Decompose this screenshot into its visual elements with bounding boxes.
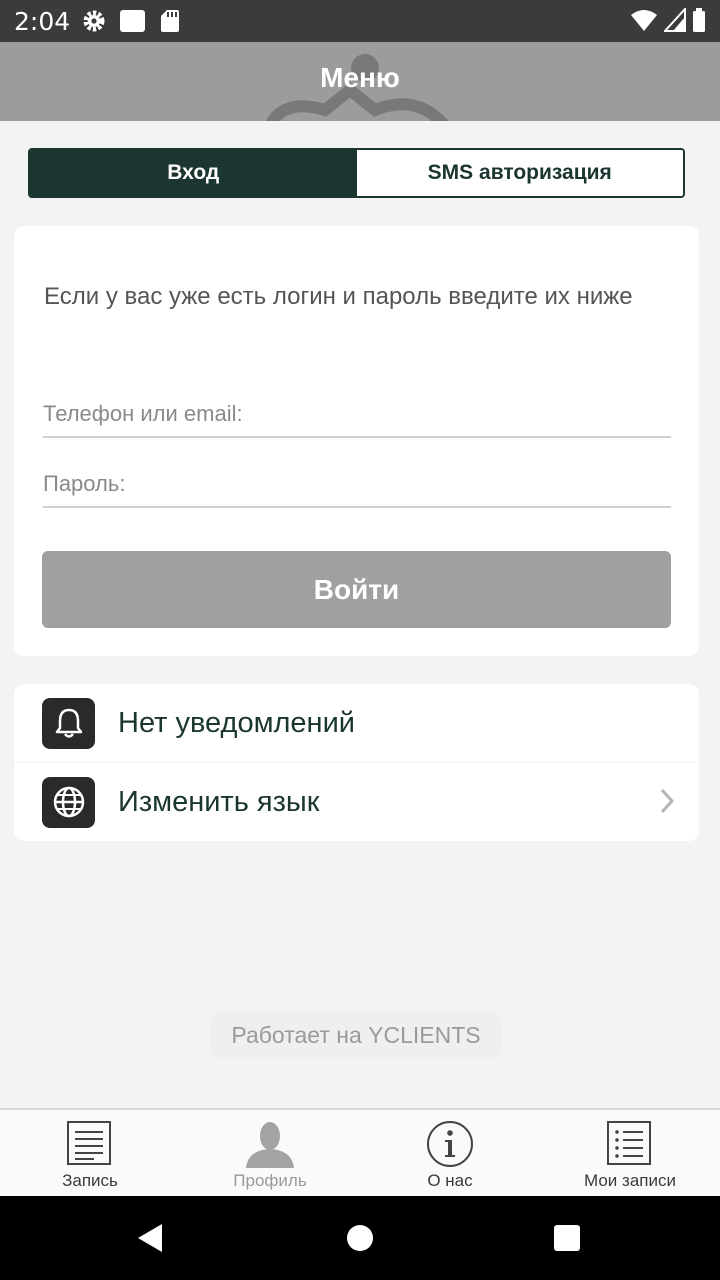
wifi-icon: [631, 10, 657, 31]
tabbar-item-booking[interactable]: Запись: [0, 1110, 180, 1196]
bell-icon: [42, 697, 95, 749]
tab-sms-auth[interactable]: SMS авторизация: [356, 150, 683, 196]
status-time: 2:04: [14, 7, 71, 36]
recents-button[interactable]: [527, 1196, 607, 1280]
back-triangle-icon: [138, 1224, 162, 1252]
tabbar-item-about[interactable]: О нас: [360, 1110, 540, 1196]
tabbar-item-my-bookings[interactable]: Мои записи: [540, 1110, 720, 1196]
sd-card-icon: [161, 10, 179, 32]
list-icon: [607, 1121, 651, 1165]
settings-icon: [83, 10, 105, 32]
app-header: Меню: [0, 42, 720, 121]
password-input[interactable]: [43, 452, 671, 508]
phone-email-input[interactable]: [43, 382, 671, 438]
bottom-tab-bar: Запись Профиль О нас Мои записи: [0, 1108, 720, 1196]
change-language-item[interactable]: Изменить язык: [14, 763, 699, 841]
tabbar-label-profile: Профиль: [233, 1171, 307, 1190]
system-nav-bar: [0, 1196, 720, 1280]
notification-square-icon: [120, 10, 145, 32]
info-icon: [427, 1121, 473, 1167]
battery-icon: [693, 8, 705, 32]
login-button[interactable]: Войти: [42, 551, 671, 628]
home-circle-icon: [347, 1225, 373, 1251]
globe-icon: [42, 776, 95, 828]
tabbar-label-my-bookings: Мои записи: [584, 1171, 676, 1190]
change-language-label: Изменить язык: [118, 785, 320, 818]
chevron-right-icon: [660, 788, 675, 814]
recents-square-icon: [554, 1225, 580, 1251]
notifications-label: Нет уведомлений: [118, 706, 355, 739]
auth-tabs: Вход SMS авторизация: [28, 148, 685, 198]
status-bar: 2:04: [0, 0, 720, 42]
home-button[interactable]: [320, 1196, 400, 1280]
notifications-item[interactable]: Нет уведомлений: [14, 684, 699, 762]
powered-by-badge[interactable]: Работает на YCLIENTS: [210, 1012, 502, 1058]
tab-login[interactable]: Вход: [30, 150, 357, 196]
back-button[interactable]: [110, 1196, 190, 1280]
tabbar-label-about: О нас: [427, 1171, 473, 1190]
tabbar-label-booking: Запись: [62, 1171, 118, 1190]
profile-icon: [246, 1122, 294, 1168]
login-hint: Если у вас уже есть логин и пароль введи…: [44, 283, 633, 310]
document-icon: [67, 1121, 111, 1165]
signal-icon: [664, 8, 686, 32]
tabbar-item-profile[interactable]: Профиль: [180, 1110, 360, 1196]
page-title: Меню: [320, 62, 400, 93]
login-card: Если у вас уже есть логин и пароль введи…: [14, 226, 699, 656]
